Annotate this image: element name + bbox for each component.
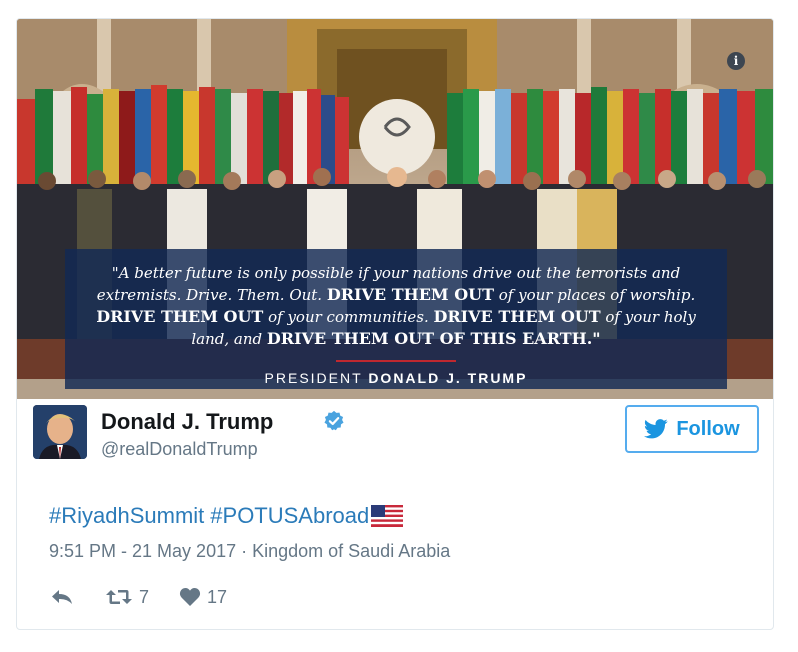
quote-line-2-tail: of your places of worship. — [494, 286, 696, 304]
retweet-count: 7 — [139, 586, 150, 607]
quote-line-2-bold: DRIVE THEM OUT — [326, 285, 494, 304]
us-flag-icon — [371, 505, 404, 527]
tweet-text: #RiyadhSummit #POTUSAbroad — [49, 503, 404, 529]
retweet-icon — [106, 590, 132, 604]
quote-line-1: "A better future is only possible if you… — [111, 264, 681, 282]
quote-line-2: extremists. Drive. Them. Out. — [96, 286, 327, 304]
twitter-bird-icon — [644, 419, 668, 439]
verified-badge-icon — [324, 410, 344, 431]
hashtag-potusabroad[interactable]: #POTUSAbroad — [210, 503, 369, 529]
user-handle[interactable]: @realDonaldTrump — [101, 439, 258, 460]
follow-button[interactable]: Follow — [625, 405, 759, 453]
reply-icon — [52, 590, 72, 604]
quote-divider — [336, 360, 456, 362]
attribution-name: DONALD J. TRUMP — [368, 370, 528, 386]
avatar[interactable] — [33, 405, 87, 459]
tweet-media-image[interactable]: i "A better future is only possible if y… — [17, 19, 773, 399]
reply-action[interactable] — [49, 587, 75, 607]
quote-line-3-tail: of your holy — [600, 308, 696, 326]
avatar-portrait-icon — [33, 405, 87, 459]
like-action[interactable]: 17 — [179, 587, 227, 608]
tweet-actions: 7 17 — [49, 585, 257, 609]
quote-line-3-bold: DRIVE THEM OUT — [433, 307, 601, 326]
user-display-name[interactable]: Donald J. Trump — [101, 409, 273, 435]
quote-line-4-bold: DRIVE THEM OUT OF THIS EARTH." — [266, 329, 601, 348]
quote-text: "A better future is only possible if you… — [85, 263, 707, 350]
tweet-card: i "A better future is only possible if y… — [16, 18, 774, 630]
quote-line-3-bold-head: DRIVE THEM OUT — [96, 307, 264, 326]
tweet-header: Donald J. Trump @realDonaldTrump Follow — [33, 403, 759, 463]
quote-attribution: PRESIDENT DONALD J. TRUMP — [85, 370, 707, 386]
quote-line-3: of your communities. — [263, 308, 434, 326]
info-icon[interactable]: i — [727, 52, 745, 70]
tweet-timestamp[interactable]: 9:51 PM - 21 May 2017 · Kingdom of Saudi… — [49, 541, 450, 562]
quote-overlay: "A better future is only possible if you… — [65, 249, 727, 389]
follow-button-label: Follow — [676, 417, 740, 440]
heart-icon — [179, 588, 201, 606]
quote-line-4: land, and — [191, 330, 267, 348]
hashtag-riyadhsummit[interactable]: #RiyadhSummit — [49, 503, 204, 529]
attribution-prefix: PRESIDENT — [264, 370, 363, 386]
like-count: 17 — [207, 586, 228, 607]
retweet-action[interactable]: 7 — [105, 587, 149, 608]
